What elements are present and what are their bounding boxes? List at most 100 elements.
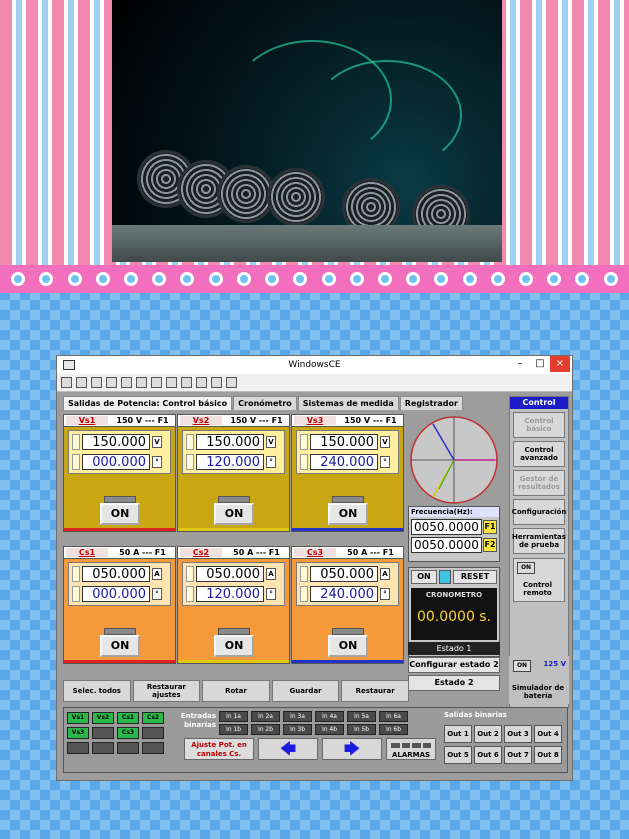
range-label[interactable]: 50 A --- F1 (338, 547, 403, 558)
amplitude-input[interactable]: 050.000 (310, 566, 378, 582)
input-3b[interactable]: In 3b (283, 724, 312, 735)
amplitude-input[interactable]: 150.000 (310, 434, 378, 450)
binary-outputs-label: Salidas binarias (444, 711, 507, 719)
range-label[interactable]: 150 V --- F1 (110, 415, 175, 426)
output-3[interactable]: Out 3 (504, 725, 532, 743)
amplitude-input[interactable]: 050.000 (196, 566, 264, 582)
sidebar-item-configuracion[interactable]: Configuración (512, 499, 566, 525)
chrono-reset-button[interactable]: RESET (453, 570, 497, 584)
text-size-icon[interactable] (166, 377, 177, 388)
view-icon[interactable] (121, 377, 132, 388)
on-button[interactable]: ON (328, 635, 368, 657)
range-label[interactable]: 50 A --- F1 (110, 547, 175, 558)
sidebar-item-control-avanzado[interactable]: Control avanzado (513, 441, 565, 467)
angle-input[interactable]: 000.000 (82, 454, 150, 470)
channel-label[interactable]: Vs3 (294, 416, 336, 425)
remote-on-toggle[interactable]: ON (517, 562, 535, 574)
close-icon[interactable]: × (550, 356, 570, 372)
input-4a[interactable]: In 4a (315, 711, 344, 722)
tool-icon[interactable] (136, 377, 147, 388)
angle-input[interactable]: 120.000 (196, 586, 264, 602)
frequency-f1-input[interactable]: 0050.0000 (411, 519, 482, 535)
current-panel-1: Cs1 50 A --- F1 050.000 A 000.000 ° ON (63, 546, 176, 664)
decorative-banner (0, 0, 629, 265)
range-label[interactable]: 150 V --- F1 (338, 415, 403, 426)
sidebar-item-control-basico[interactable]: Control básico (513, 412, 565, 438)
input-5b[interactable]: In 5b (347, 724, 376, 735)
tab-registrador[interactable]: Registrador (399, 396, 463, 410)
input-2b[interactable]: In 2b (251, 724, 280, 735)
save-icon[interactable] (211, 377, 222, 388)
alarms-button[interactable]: ALARMAS (386, 738, 436, 760)
angle-input[interactable]: 240.000 (310, 586, 378, 602)
on-button[interactable]: ON (328, 503, 368, 525)
battery-on-toggle[interactable]: ON (513, 660, 531, 672)
frequency-f2-input[interactable]: 0050.0000 (411, 537, 482, 553)
home-icon[interactable] (61, 377, 72, 388)
amplitude-input[interactable]: 150.000 (82, 434, 150, 450)
input-1b[interactable]: In 1b (219, 724, 248, 735)
ctrl-icon[interactable] (151, 377, 162, 388)
output-7[interactable]: Out 7 (504, 746, 532, 764)
grid-icon[interactable] (91, 377, 102, 388)
arrow-left-icon[interactable]: 🡄 (258, 738, 318, 760)
range-label[interactable]: 50 A --- F1 (224, 547, 289, 558)
output-8[interactable]: Out 8 (534, 746, 562, 764)
arrow-right-icon[interactable]: 🡆 (322, 738, 382, 760)
angle-input[interactable]: 240.000 (310, 454, 378, 470)
unit-label: A (380, 568, 390, 580)
input-5a[interactable]: In 5a (347, 711, 376, 722)
output-2[interactable]: Out 2 (474, 725, 502, 743)
sidebar-item-gestor-resultados[interactable]: Gestor de resultados (513, 470, 565, 496)
copy-icon[interactable] (181, 377, 192, 388)
tab-cronometro[interactable]: Cronómetro (233, 396, 297, 410)
current-panel-3: Cs3 50 A --- F1 050.000 A 240.000 ° ON (291, 546, 404, 664)
channel-label[interactable]: Cs2 (180, 548, 222, 557)
angle-input[interactable]: 000.000 (82, 586, 150, 602)
configure-state-button[interactable]: Configurar estado 2 (408, 657, 500, 673)
amplitude-input[interactable]: 150.000 (196, 434, 264, 450)
sidebar-header: Control (510, 397, 568, 409)
sidebar-item-herramientas[interactable]: Herramientas de prueba (512, 528, 566, 554)
select-all-button[interactable]: Selec. todos (63, 680, 131, 702)
on-button[interactable]: ON (100, 635, 140, 657)
tab-control-basico[interactable]: Salidas de Potencia: Control básico (63, 396, 233, 410)
output-5[interactable]: Out 5 (444, 746, 472, 764)
restore-settings-button[interactable]: Restaurar ajustes (132, 680, 201, 702)
adjust-power-button[interactable]: Ajuste Pot. en canales Cs. (184, 738, 254, 760)
toolbar (57, 374, 572, 392)
input-2a[interactable]: In 2a (251, 711, 280, 722)
output-6[interactable]: Out 6 (474, 746, 502, 764)
channel-label[interactable]: Cs3 (294, 548, 336, 557)
save-button[interactable]: Guardar (271, 680, 340, 702)
maximize-icon[interactable]: □ (530, 356, 550, 372)
phase-line (292, 660, 403, 663)
input-6a[interactable]: In 6a (379, 711, 408, 722)
window-icon[interactable] (226, 377, 237, 388)
led-vs3: Vs3 (67, 727, 89, 739)
input-4b[interactable]: In 4b (315, 724, 344, 735)
output-1[interactable]: Out 1 (444, 725, 472, 743)
paste-icon[interactable] (196, 377, 207, 388)
on-button[interactable]: ON (214, 635, 254, 657)
range-label[interactable]: 150 V --- F1 (224, 415, 289, 426)
rotate-button[interactable]: Rotar (202, 680, 270, 702)
angle-input[interactable]: 120.000 (196, 454, 264, 470)
on-button[interactable]: ON (100, 503, 140, 525)
input-3a[interactable]: In 3a (283, 711, 312, 722)
refresh-icon[interactable] (106, 377, 117, 388)
chrono-on-button[interactable]: ON (411, 570, 437, 584)
output-4[interactable]: Out 4 (534, 725, 562, 743)
input-6b[interactable]: In 6b (379, 724, 408, 735)
restore-button[interactable]: Restaurar (341, 680, 409, 702)
channel-label[interactable]: Cs1 (66, 548, 108, 557)
input-1a[interactable]: In 1a (219, 711, 248, 722)
state-2-button[interactable]: Estado 2 (408, 675, 500, 691)
tab-sistemas-medida[interactable]: Sistemas de medida (297, 396, 399, 410)
channel-label[interactable]: Vs1 (66, 416, 108, 425)
minimize-icon[interactable]: – (510, 356, 530, 372)
amplitude-input[interactable]: 050.000 (82, 566, 150, 582)
on-button[interactable]: ON (214, 503, 254, 525)
print-icon[interactable] (76, 377, 87, 388)
channel-label[interactable]: Vs2 (180, 416, 222, 425)
